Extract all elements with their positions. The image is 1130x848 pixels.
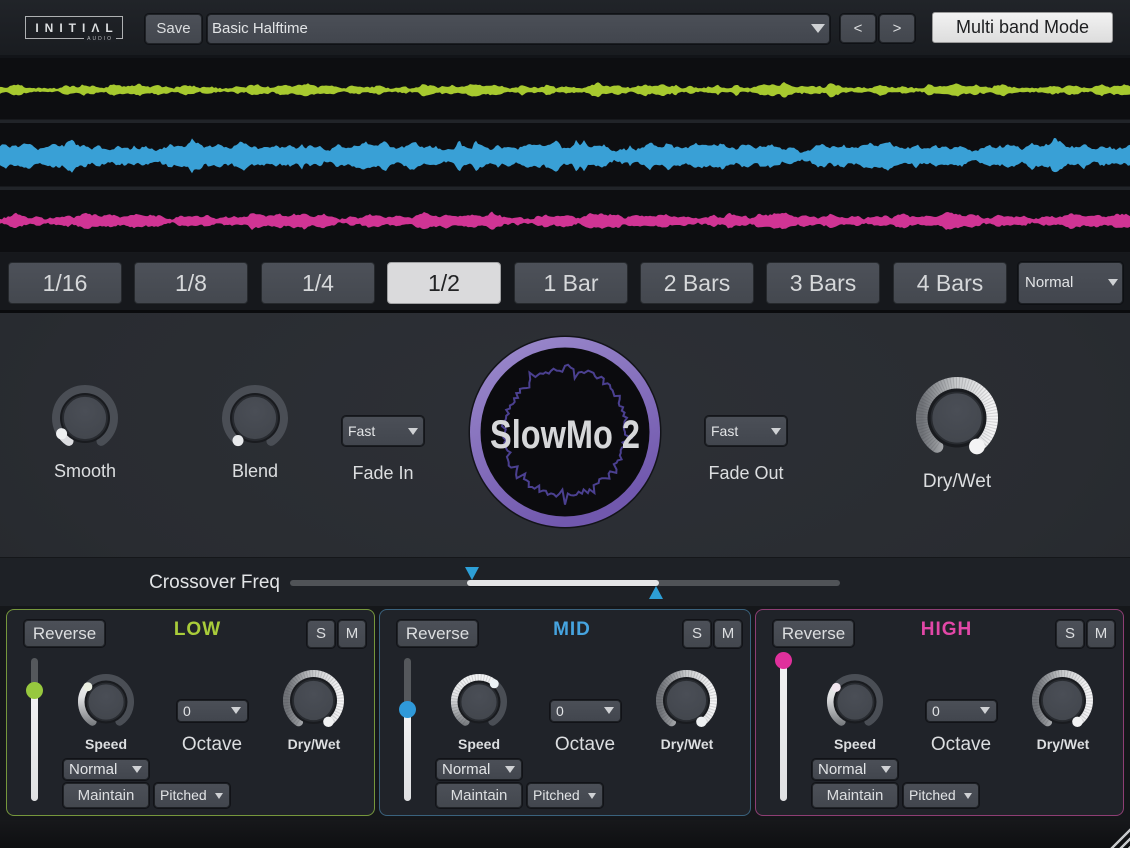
svg-text:SlowMo 2: SlowMo 2 <box>490 413 640 457</box>
